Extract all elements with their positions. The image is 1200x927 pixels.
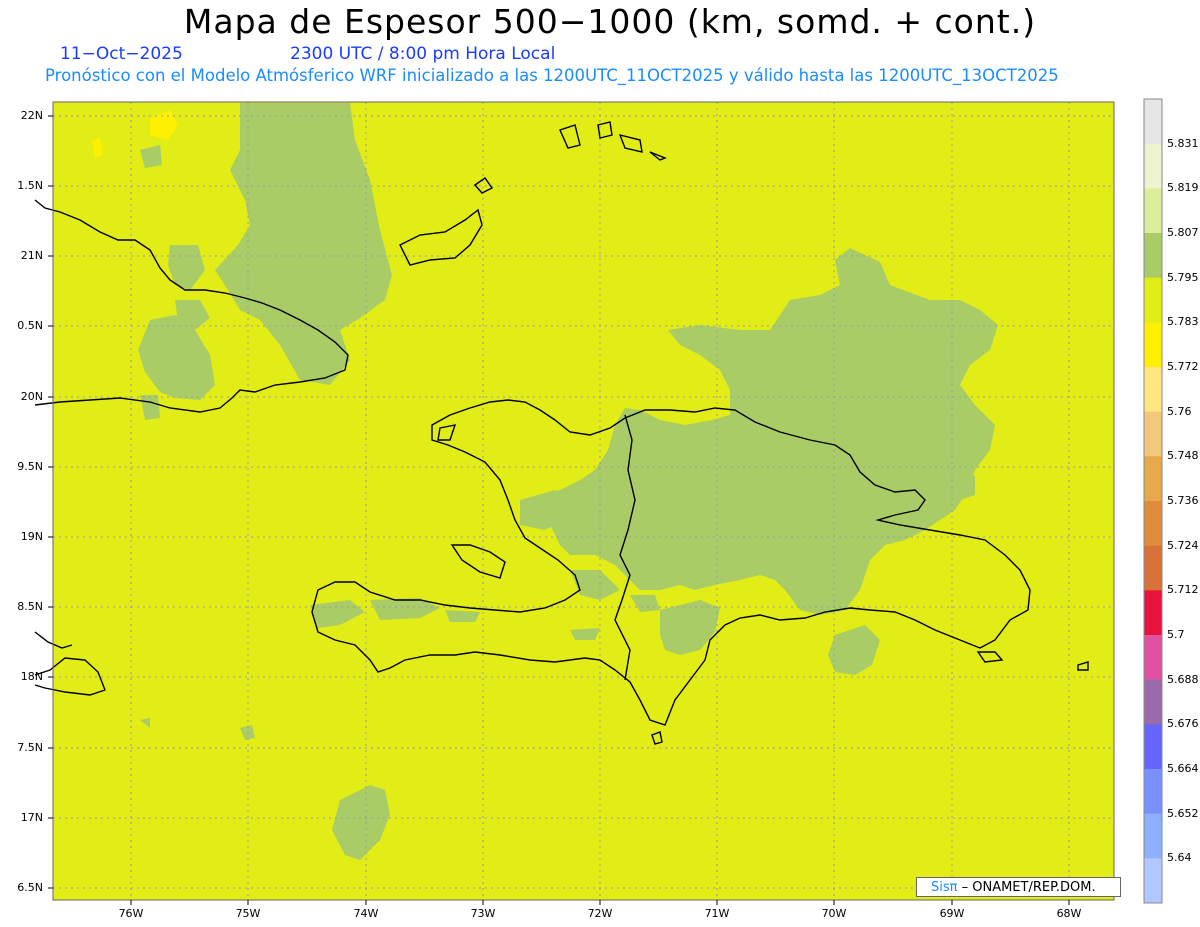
x-axis-ticks — [130, 900, 1070, 905]
x-tick-label: 73W — [470, 907, 496, 920]
y-tick-label: 17N — [20, 811, 43, 824]
x-tick-label: 75W — [235, 907, 261, 920]
colorbar-label: 5.772 — [1167, 360, 1199, 373]
colorbar-swatch — [1144, 188, 1162, 234]
credit-brand: Sisπ — [931, 880, 958, 895]
colorbar-label: 5.831 — [1167, 136, 1199, 150]
colorbar-label: 5.652 — [1167, 806, 1199, 820]
y-tick-label: 20N — [20, 390, 43, 403]
credit-org: – ONAMET/REP.DOM. — [957, 880, 1096, 895]
colorbar-label: 5.64 — [1167, 851, 1192, 865]
y-axis-ticks — [48, 115, 53, 889]
x-tick-label: 74W — [353, 907, 379, 920]
colorbar-swatch — [1144, 590, 1162, 636]
colorbar-swatch — [1144, 813, 1162, 859]
colorbar-label: 5.783 — [1167, 315, 1199, 329]
colorbar-label: 5.664 — [1167, 762, 1199, 775]
y-tick-label: 21N — [20, 249, 43, 262]
x-tick-label: 70W — [821, 907, 847, 920]
forecast-date: 11−Oct−2025 — [60, 44, 183, 64]
thickness-map — [34, 98, 1163, 905]
colorbar-swatch — [1144, 769, 1162, 815]
colorbar-swatch — [1144, 545, 1162, 591]
y-tick-label: 22N — [20, 109, 43, 122]
colorbar-label: 5.795 — [1167, 270, 1199, 284]
x-tick-label: 72W — [587, 907, 613, 920]
colorbar-label: 5.736 — [1167, 494, 1199, 507]
y-tick-label: 0.5N — [17, 319, 43, 332]
y-tick-label: 19N — [20, 530, 43, 543]
colorbar-swatch — [1144, 99, 1162, 145]
x-tick-label: 69W — [939, 907, 965, 920]
colorbar-swatch — [1144, 724, 1162, 770]
y-tick-label: 7.5N — [17, 741, 43, 754]
colorbar-label: 5.7 — [1167, 628, 1185, 641]
y-tick-label: 6.5N — [17, 881, 43, 894]
colorbar — [1143, 98, 1163, 904]
colorbar-swatch — [1144, 322, 1162, 368]
colorbar-label: 5.712 — [1167, 583, 1199, 597]
colorbar-label: 5.748 — [1167, 449, 1199, 463]
colorbar-label: 5.724 — [1167, 538, 1199, 552]
colorbar-swatch — [1144, 858, 1162, 904]
colorbar-label: 5.688 — [1167, 672, 1199, 686]
y-tick-label: 8.5N — [17, 600, 43, 613]
colorbar-label: 5.807 — [1167, 226, 1199, 239]
forecast-time: 2300 UTC / 8:00 pm Hora Local — [290, 44, 556, 64]
colorbar-swatch — [1144, 635, 1162, 681]
colorbar-swatch — [1144, 143, 1162, 189]
credit-box: Sisπ – ONAMET/REP.DOM. — [916, 877, 1121, 897]
colorbar-swatch — [1144, 679, 1162, 725]
x-tick-label: 68W — [1056, 907, 1082, 920]
y-tick-label: 9.5N — [17, 460, 43, 473]
colorbar-swatch — [1144, 277, 1162, 323]
colorbar-label: 5.676 — [1167, 717, 1199, 731]
colorbar-swatch — [1144, 456, 1162, 502]
y-tick-label: 18N — [20, 670, 43, 683]
forecast-subtitle: Pronóstico con el Modelo Atmósferico WRF… — [45, 66, 1059, 85]
y-tick-label: 1.5N — [17, 179, 43, 192]
colorbar-swatch — [1144, 411, 1162, 457]
colorbar-label: 5.819 — [1167, 181, 1199, 195]
colorbar-swatch — [1144, 367, 1162, 413]
colorbar-swatch — [1144, 501, 1162, 547]
map-title: Mapa de Espesor 500−1000 (km, somd. + co… — [183, 2, 1037, 41]
colorbar-label: 5.76 — [1167, 404, 1192, 418]
x-tick-label: 76W — [118, 907, 144, 920]
x-tick-label: 71W — [704, 907, 730, 920]
colorbar-swatch — [1144, 233, 1162, 279]
